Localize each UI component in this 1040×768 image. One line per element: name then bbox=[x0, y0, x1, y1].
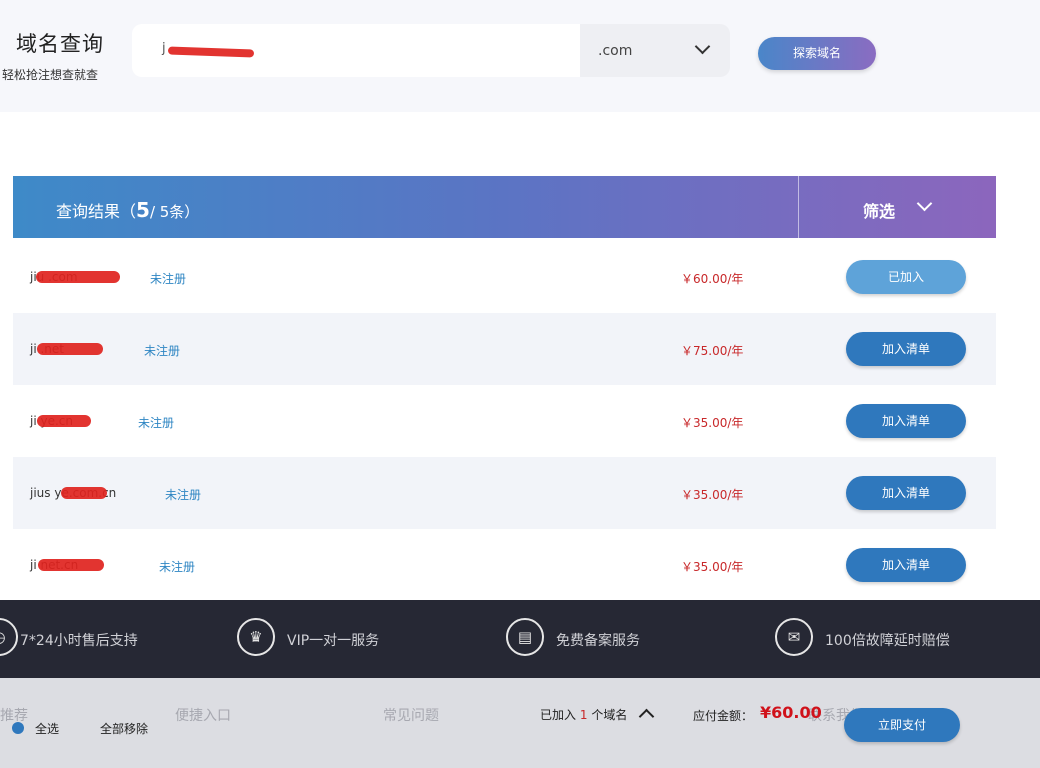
chevron-up-icon[interactable] bbox=[638, 708, 655, 725]
results-label: 查询结果（ bbox=[56, 202, 137, 221]
domain-row: ji ye.cn 未注册 ￥35.00/年 加入清单 bbox=[13, 385, 996, 457]
select-all-radio[interactable] bbox=[12, 722, 24, 734]
domain-price: ￥35.00/年 bbox=[681, 416, 744, 430]
domain-row: jiu .com 未注册 ￥60.00/年 已加入 bbox=[13, 241, 996, 313]
redaction-mark bbox=[36, 271, 120, 283]
select-all-label[interactable]: 全选 bbox=[35, 720, 59, 737]
domain-row: jius ye.com.cn 未注册 ￥35.00/年 加入清单 bbox=[13, 457, 996, 529]
results-total: / 5条） bbox=[149, 203, 200, 221]
domain-status: 未注册 bbox=[144, 344, 181, 358]
pay-now-button[interactable]: 立即支付 bbox=[844, 708, 960, 742]
domain-status: 未注册 bbox=[150, 272, 187, 286]
search-input-value: j bbox=[162, 41, 166, 56]
feature-label: 免费备案服务 bbox=[556, 633, 640, 649]
domain-price: ￥35.00/年 bbox=[681, 560, 744, 574]
added-count: 1 bbox=[579, 708, 588, 722]
remove-all-button[interactable]: 全部移除 bbox=[100, 720, 148, 737]
filter-divider bbox=[798, 176, 799, 238]
clock-icon: ◷ bbox=[0, 618, 18, 656]
domain-search-input[interactable]: j bbox=[132, 24, 580, 77]
domain-status: 未注册 bbox=[159, 560, 196, 574]
cart-bar: 推荐 便捷入口 常见问题 联系我们 全选 全部移除 已加入 1 个域名 应付金额… bbox=[0, 678, 1040, 768]
filter-button[interactable]: 筛选 bbox=[863, 198, 895, 222]
redaction-mark bbox=[37, 343, 103, 355]
added-prefix: 已加入 bbox=[540, 708, 577, 722]
footer-quick-entry-heading: 便捷入口 bbox=[175, 708, 231, 724]
search-header: 域名查询 轻松抢注想查就查 j .com 探索域名 bbox=[0, 0, 1040, 112]
total-label: 应付金额： bbox=[693, 709, 754, 723]
add-to-list-button[interactable]: 加入清单 bbox=[846, 332, 966, 366]
added-suffix: 个域名 bbox=[591, 708, 628, 722]
chevron-down-icon[interactable] bbox=[916, 195, 933, 212]
domain-price: ￥75.00/年 bbox=[681, 344, 744, 358]
feature-label: 100倍故障延时赔偿 bbox=[825, 633, 950, 649]
redaction-mark bbox=[37, 415, 91, 427]
explore-domain-button[interactable]: 探索域名 bbox=[758, 37, 876, 70]
add-to-list-button[interactable]: 加入清单 bbox=[846, 476, 966, 510]
domain-row: ji net.cn 未注册 ￥35.00/年 加入清单 bbox=[13, 529, 996, 601]
certificate-icon: ▤ bbox=[506, 618, 544, 656]
page-subtitle: 轻松抢注想查就查 bbox=[2, 68, 99, 82]
redaction-mark bbox=[61, 487, 107, 499]
feature-label: 7*24小时售后支持 bbox=[20, 633, 138, 649]
suffix-dropdown[interactable]: .com bbox=[580, 24, 730, 77]
added-button[interactable]: 已加入 bbox=[846, 260, 966, 294]
domain-status: 未注册 bbox=[138, 416, 175, 430]
footer-faq-heading: 常见问题 bbox=[383, 708, 439, 724]
domain-row: ji .net 未注册 ￥75.00/年 加入清单 bbox=[13, 313, 996, 385]
add-to-list-button[interactable]: 加入清单 bbox=[846, 548, 966, 582]
results-shown-count: 5 bbox=[136, 198, 150, 222]
ticket-icon: ✉ bbox=[775, 618, 813, 656]
domain-status: 未注册 bbox=[165, 488, 202, 502]
page-title: 域名查询 bbox=[16, 32, 104, 56]
service-features-band: ◷ 7*24小时售后支持 ♛ VIP一对一服务 ▤ 免费备案服务 ✉ 100倍故… bbox=[0, 600, 1040, 678]
chevron-down-icon bbox=[694, 38, 711, 55]
results-title: 查询结果（5/ 5条） bbox=[56, 198, 199, 222]
domain-price: ￥35.00/年 bbox=[681, 488, 744, 502]
domain-price: ￥60.00/年 bbox=[681, 272, 744, 286]
results-header: 查询结果（5/ 5条） 筛选 bbox=[13, 176, 996, 238]
crown-icon: ♛ bbox=[237, 618, 275, 656]
feature-label: VIP一对一服务 bbox=[287, 633, 380, 649]
added-summary: 已加入 1 个域名 bbox=[540, 706, 627, 723]
redaction-mark bbox=[167, 46, 255, 58]
suffix-selected: .com bbox=[598, 43, 633, 59]
add-to-list-button[interactable]: 加入清单 bbox=[846, 404, 966, 438]
total-amount: ¥60.00 bbox=[760, 703, 822, 722]
redaction-mark bbox=[38, 559, 104, 571]
